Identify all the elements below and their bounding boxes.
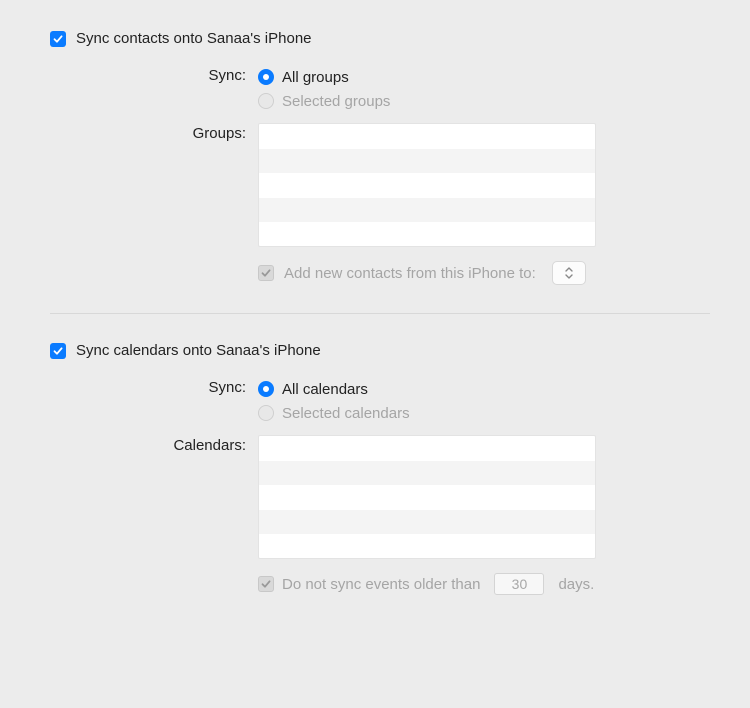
calendars-all-radio[interactable]: [258, 381, 274, 397]
add-new-contacts-checkbox[interactable]: [258, 265, 274, 281]
calendars-listbox[interactable]: [258, 435, 596, 559]
add-new-contacts-label: Add new contacts from this iPhone to:: [284, 265, 536, 282]
calendars-selected-label: Selected calendars: [282, 405, 410, 422]
older-events-label-pre: Do not sync events older than: [282, 576, 480, 593]
contacts-sync-label: Sync:: [50, 65, 258, 84]
calendars-all-label: All calendars: [282, 381, 368, 398]
older-events-days-input[interactable]: 30: [494, 573, 544, 595]
contacts-selected-groups-label: Selected groups: [282, 93, 390, 110]
sync-calendars-checkbox[interactable]: [50, 343, 66, 359]
sync-calendars-label: Sync calendars onto Sanaa's iPhone: [76, 342, 321, 359]
contacts-groups-listbox[interactable]: [258, 123, 596, 247]
sync-contacts-label: Sync contacts onto Sanaa's iPhone: [76, 30, 312, 47]
contacts-all-groups-label: All groups: [282, 69, 349, 86]
calendars-selected-radio[interactable]: [258, 405, 274, 421]
contacts-groups-label: Groups:: [50, 123, 258, 142]
older-events-label-post: days.: [558, 576, 594, 593]
calendars-list-label: Calendars:: [50, 435, 258, 454]
calendars-section: Sync calendars onto Sanaa's iPhone Sync:…: [50, 313, 710, 623]
add-new-contacts-popup[interactable]: [552, 261, 586, 285]
calendars-sync-label: Sync:: [50, 377, 258, 396]
sync-contacts-checkbox[interactable]: [50, 31, 66, 47]
contacts-selected-groups-radio[interactable]: [258, 93, 274, 109]
older-events-checkbox[interactable]: [258, 576, 274, 592]
contacts-section: Sync contacts onto Sanaa's iPhone Sync: …: [50, 30, 710, 313]
contacts-all-groups-radio[interactable]: [258, 69, 274, 85]
